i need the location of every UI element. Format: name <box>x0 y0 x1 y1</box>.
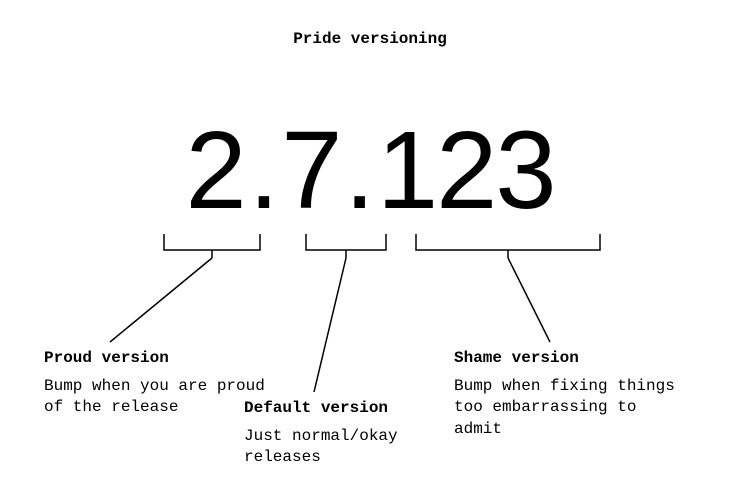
caption-heading: Default version <box>244 398 474 420</box>
title: Pride versioning <box>0 30 740 48</box>
caption-text: Bump when you are proud of the release <box>44 377 265 417</box>
caption-text: Just normal/okay releases <box>244 427 398 467</box>
caption-text: Bump when fixing things too embarrassing… <box>454 377 675 438</box>
caption-proud: Proud version Bump when you are proud of… <box>44 348 274 419</box>
version-major: 2 <box>185 109 244 232</box>
dot-icon: . <box>344 109 373 232</box>
version-minor: 7 <box>281 109 340 232</box>
diagram: Pride versioning 2.7.123 Proud version B… <box>0 0 740 500</box>
caption-default: Default version Just normal/okay release… <box>244 398 474 469</box>
caption-shame: Shame version Bump when fixing things to… <box>454 348 684 440</box>
caption-heading: Shame version <box>454 348 684 370</box>
caption-heading: Proud version <box>44 348 274 370</box>
dot-icon: . <box>249 109 278 232</box>
version-patch: 123 <box>377 109 555 232</box>
version-number: 2.7.123 <box>0 116 740 226</box>
